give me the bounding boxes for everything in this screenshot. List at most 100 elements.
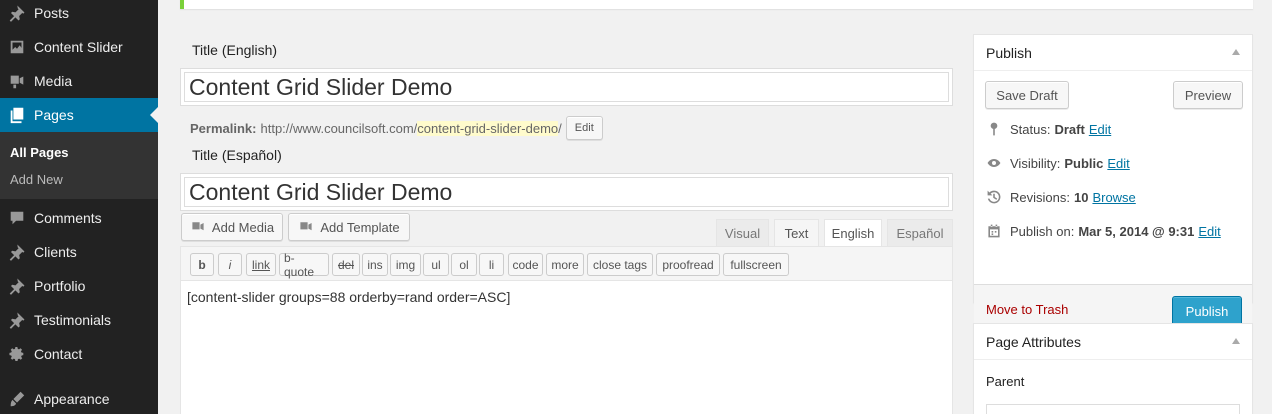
sidebar-item-label: Media xyxy=(34,73,73,89)
history-icon xyxy=(987,190,1001,204)
sidebar-item-label: Comments xyxy=(34,210,102,226)
add-media-button[interactable]: Add Media xyxy=(181,213,283,241)
parent-select[interactable] xyxy=(986,404,1240,414)
add-media-label: Add Media xyxy=(211,219,275,235)
pin-icon xyxy=(990,122,998,136)
pin-icon xyxy=(0,311,34,329)
quicktags-toolbar: b i link b-quote del ins img ul ol li co… xyxy=(181,247,952,281)
permalink-trailing-slash: / xyxy=(558,120,562,136)
status-edit-link[interactable]: Edit xyxy=(1089,122,1111,137)
permalink-row: Permalink: http://www.councilsoft.com/co… xyxy=(190,116,603,140)
sidebar-item-testimonials[interactable]: Testimonials xyxy=(0,303,158,337)
permalink-label: Permalink: xyxy=(190,120,257,136)
submenu-all-pages[interactable]: All Pages xyxy=(10,145,69,160)
collapse-arrow-icon[interactable] xyxy=(1232,338,1240,344)
tab-text[interactable]: Text xyxy=(774,219,819,246)
brush-icon xyxy=(0,390,34,408)
title-spanish-label: Title (Español) xyxy=(192,147,282,163)
qt-code-button[interactable]: code xyxy=(508,253,543,276)
status-value: Draft xyxy=(1054,121,1085,137)
visibility-edit-link[interactable]: Edit xyxy=(1107,156,1129,171)
publish-box: Publish Save Draft Preview Status: Draft… xyxy=(973,34,1253,334)
collapse-arrow-icon[interactable] xyxy=(1232,49,1240,55)
preview-button[interactable]: Preview xyxy=(1173,81,1243,109)
pin-icon xyxy=(0,4,34,22)
sidebar-item-appearance[interactable]: Appearance xyxy=(0,382,158,414)
eye-icon xyxy=(987,159,1001,167)
qt-italic-button[interactable]: i xyxy=(218,253,242,276)
add-template-button[interactable]: Add Template xyxy=(288,213,410,241)
tab-english[interactable]: English xyxy=(824,219,882,246)
revisions-value: 10 xyxy=(1073,189,1089,205)
publish-button[interactable]: Publish xyxy=(1172,296,1242,326)
qt-del-button[interactable]: del xyxy=(332,253,360,276)
qt-fullscreen-button[interactable]: fullscreen xyxy=(723,253,789,276)
sidebar-item-label: Testimonials xyxy=(34,312,112,328)
sidebar-item-comments[interactable]: Comments xyxy=(0,201,158,235)
sidebar-item-label: Posts xyxy=(34,5,70,21)
title-english-label: Title (English) xyxy=(192,42,278,58)
title-spanish-field[interactable]: Content Grid Slider Demo xyxy=(180,173,953,211)
sidebar-item-content-slider[interactable]: Content Slider xyxy=(0,30,158,64)
page-attributes-box: Page Attributes Parent xyxy=(973,323,1253,414)
qt-img-button[interactable]: img xyxy=(390,253,421,276)
permalink-base-url: http://www.councilsoft.com/ xyxy=(260,120,418,136)
visibility-value: Public xyxy=(1064,155,1104,171)
permalink-edit-button[interactable]: Edit xyxy=(565,116,603,140)
permalink-slug[interactable]: content-grid-slider-demo xyxy=(417,120,559,136)
qt-close-tags-button[interactable]: close tags xyxy=(587,253,653,276)
sidebar-item-label: Pages xyxy=(34,107,74,123)
revisions-label: Revisions: xyxy=(1010,189,1070,205)
publish-on-row: Publish on: Mar 5, 2014 @ 9:31 Edit xyxy=(986,223,1221,239)
editor-content[interactable]: [content-slider groups=88 orderby=rand o… xyxy=(187,289,510,305)
publish-on-edit-link[interactable]: Edit xyxy=(1198,224,1220,239)
content-editor: b i link b-quote del ins img ul ol li co… xyxy=(180,246,953,414)
pages-submenu: All Pages Add New xyxy=(0,132,158,199)
title-english-value[interactable]: Content Grid Slider Demo xyxy=(184,72,949,102)
publish-box-title: Publish xyxy=(986,44,1032,61)
title-spanish-value[interactable]: Content Grid Slider Demo xyxy=(184,177,949,207)
title-english-field[interactable]: Content Grid Slider Demo xyxy=(180,68,953,106)
move-to-trash-link[interactable]: Move to Trash xyxy=(986,302,1068,317)
add-template-label: Add Template xyxy=(320,219,400,235)
revisions-row: Revisions: 10 Browse xyxy=(986,189,1136,205)
qt-proofread-button[interactable]: proofread xyxy=(656,253,720,276)
gallery-icon xyxy=(0,38,34,56)
page-attributes-header[interactable]: Page Attributes xyxy=(974,324,1252,360)
submenu-add-new[interactable]: Add New xyxy=(10,172,63,187)
sidebar-item-posts[interactable]: Posts xyxy=(0,0,158,30)
media-icon xyxy=(192,222,204,231)
revisions-browse-link[interactable]: Browse xyxy=(1092,190,1135,205)
tab-espanol[interactable]: Español xyxy=(887,219,953,246)
status-label: Status: xyxy=(1010,121,1051,137)
status-row: Status: Draft Edit xyxy=(986,121,1111,137)
qt-ul-button[interactable]: ul xyxy=(423,253,449,276)
visibility-row: Visibility: Public Edit xyxy=(986,155,1130,171)
template-icon xyxy=(300,222,312,231)
qt-li-button[interactable]: li xyxy=(479,253,504,276)
qt-more-button[interactable]: more xyxy=(546,253,584,276)
save-draft-button[interactable]: Save Draft xyxy=(985,81,1069,109)
publish-box-header[interactable]: Publish xyxy=(974,35,1252,71)
sidebar-item-label: Contact xyxy=(34,346,83,362)
media-icon xyxy=(0,72,34,90)
sidebar-item-portfolio[interactable]: Portfolio xyxy=(0,269,158,303)
sidebar-item-label: Appearance xyxy=(34,391,110,407)
publish-on-label: Publish on: xyxy=(1010,223,1075,239)
sidebar-item-pages[interactable]: Pages xyxy=(0,98,158,132)
publish-on-value: Mar 5, 2014 @ 9:31 xyxy=(1078,223,1195,239)
qt-link-button[interactable]: link xyxy=(246,253,276,276)
sidebar-item-contact[interactable]: Contact xyxy=(0,337,158,371)
pin-icon xyxy=(0,243,34,261)
sidebar-item-label: Portfolio xyxy=(34,278,86,294)
tab-visual[interactable]: Visual xyxy=(716,219,769,246)
page-icon xyxy=(0,106,34,124)
qt-bquote-button[interactable]: b-quote xyxy=(279,251,329,279)
qt-bold-button[interactable]: b xyxy=(190,253,214,276)
sidebar-item-label: Content Slider xyxy=(34,39,123,55)
sidebar-item-clients[interactable]: Clients xyxy=(0,235,158,269)
sidebar-item-media[interactable]: Media xyxy=(0,64,158,98)
qt-ol-button[interactable]: ol xyxy=(451,253,477,276)
gear-icon xyxy=(0,345,34,363)
qt-ins-button[interactable]: ins xyxy=(362,253,388,276)
